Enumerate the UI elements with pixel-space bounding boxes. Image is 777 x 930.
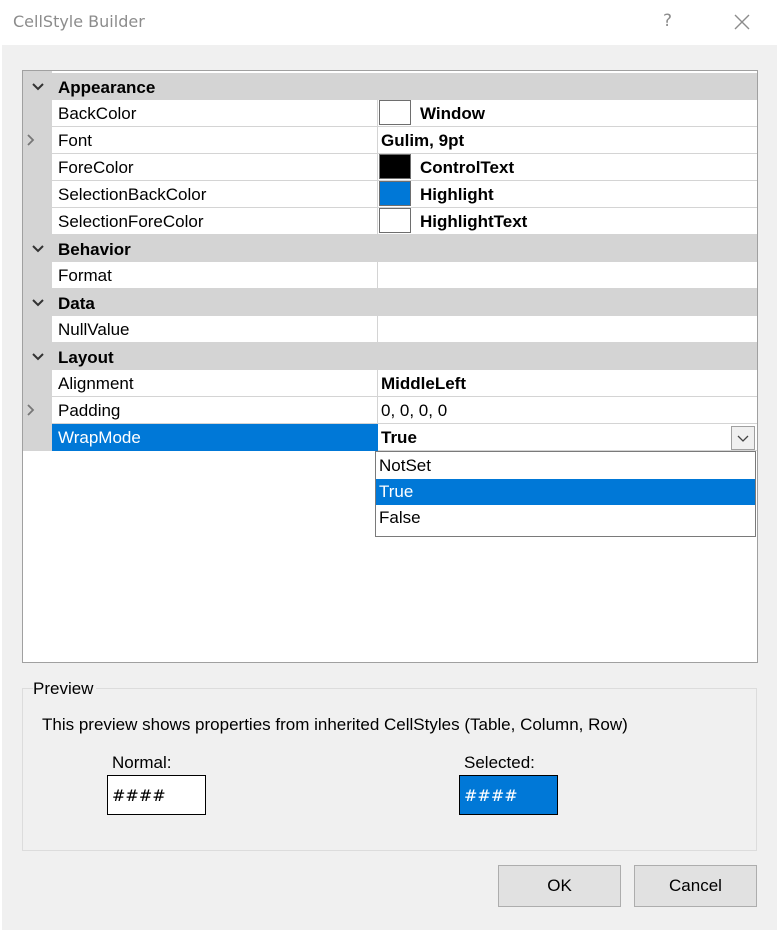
selected-preview-box: ####: [459, 775, 558, 815]
property-value: Gulim, 9pt: [381, 131, 465, 150]
property-name-cell[interactable]: Padding: [52, 397, 378, 424]
property-name-cell[interactable]: BackColor: [52, 100, 378, 127]
property-name-cell[interactable]: Format: [52, 262, 378, 289]
property-value-cell[interactable]: MiddleLeft: [378, 370, 757, 397]
property-row-selectionforecolor[interactable]: SelectionForeColor HighlightText: [52, 208, 757, 235]
chevron-down-icon: [737, 435, 749, 442]
property-row-font[interactable]: Font Gulim, 9pt: [27, 127, 757, 154]
preview-description: This preview shows properties from inher…: [42, 715, 628, 734]
property-name-cell[interactable]: SelectionForeColor: [52, 208, 378, 235]
chevron-right-icon[interactable]: [25, 134, 37, 146]
property-value-cell[interactable]: HighlightText: [378, 208, 757, 235]
normal-sample: ####: [112, 786, 166, 805]
property-row-padding[interactable]: Padding 0, 0, 0, 0: [27, 397, 757, 424]
category-label: Appearance: [58, 78, 156, 97]
property-value-cell[interactable]: Gulim, 9pt: [378, 127, 757, 154]
dropdown-option-false[interactable]: False: [376, 505, 755, 531]
property-value: Highlight: [420, 185, 494, 204]
title-bar: CellStyle Builder ?: [0, 0, 777, 45]
property-name: NullValue: [58, 320, 130, 339]
property-value-cell[interactable]: Highlight: [378, 181, 757, 208]
property-row-wrapmode[interactable]: WrapMode True: [52, 424, 757, 451]
color-swatch: [379, 208, 411, 233]
property-name-cell[interactable]: WrapMode: [52, 424, 378, 451]
property-value: 0, 0, 0, 0: [381, 401, 448, 420]
dropdown-option-notset[interactable]: NotSet: [376, 453, 755, 479]
property-name: ForeColor: [58, 158, 134, 177]
property-name: WrapMode: [58, 428, 141, 447]
window-edge: [0, 45, 2, 930]
property-value: ControlText: [420, 158, 515, 177]
selected-label: Selected:: [464, 753, 535, 772]
chevron-right-icon[interactable]: [25, 404, 37, 416]
property-row-format[interactable]: Format: [52, 262, 757, 289]
category-appearance[interactable]: Appearance: [23, 73, 757, 100]
property-value: MiddleLeft: [381, 374, 466, 393]
ok-button[interactable]: OK: [498, 865, 621, 907]
preview-legend: Preview: [33, 679, 97, 699]
selected-sample: ####: [464, 786, 518, 805]
property-name-cell[interactable]: Font: [52, 127, 378, 154]
color-swatch: [379, 154, 411, 179]
color-swatch: [379, 100, 411, 125]
property-value-editor[interactable]: True: [378, 424, 757, 451]
window-title: CellStyle Builder: [13, 12, 145, 31]
property-row-alignment[interactable]: Alignment MiddleLeft: [52, 370, 757, 397]
category-data[interactable]: Data: [23, 289, 757, 316]
property-name: Padding: [58, 401, 121, 420]
property-value: HighlightText: [420, 212, 528, 231]
property-value: True: [381, 428, 417, 447]
property-value-cell[interactable]: Window: [378, 100, 757, 127]
normal-label: Normal:: [112, 753, 172, 772]
category-label: Layout: [58, 348, 114, 367]
property-name: SelectionForeColor: [58, 212, 204, 231]
property-name-cell[interactable]: SelectionBackColor: [52, 181, 378, 208]
property-row-forecolor[interactable]: ForeColor ControlText: [52, 154, 757, 181]
category-label: Behavior: [58, 240, 131, 259]
chevron-down-icon[interactable]: [31, 350, 45, 364]
category-label: Data: [58, 294, 95, 313]
dropdown-button[interactable]: [731, 426, 755, 450]
chevron-down-icon[interactable]: [31, 296, 45, 310]
cancel-button[interactable]: Cancel: [634, 865, 757, 907]
property-name: Alignment: [58, 374, 134, 393]
chevron-down-icon[interactable]: [31, 242, 45, 256]
property-value-cell[interactable]: [378, 316, 757, 343]
property-value-cell[interactable]: ControlText: [378, 154, 757, 181]
property-row-backcolor[interactable]: BackColor Window: [52, 100, 757, 127]
property-value-cell[interactable]: [378, 262, 757, 289]
property-name: Format: [58, 266, 112, 285]
property-value: Window: [420, 104, 485, 123]
chevron-down-icon[interactable]: [31, 80, 45, 94]
category-behavior[interactable]: Behavior: [23, 235, 757, 262]
property-grid[interactable]: Appearance BackColor Window Font Gulim, …: [22, 70, 758, 663]
category-layout[interactable]: Layout: [23, 343, 757, 370]
property-name: BackColor: [58, 104, 137, 123]
property-name: SelectionBackColor: [58, 185, 207, 204]
property-name: Font: [58, 131, 93, 150]
property-name-cell[interactable]: ForeColor: [52, 154, 378, 181]
close-icon[interactable]: [728, 8, 756, 36]
property-value-cell[interactable]: 0, 0, 0, 0: [378, 397, 757, 424]
property-name-cell[interactable]: NullValue: [52, 316, 378, 343]
property-row-nullvalue[interactable]: NullValue: [52, 316, 757, 343]
normal-preview-box: ####: [107, 775, 206, 815]
help-button[interactable]: ?: [663, 11, 672, 31]
wrapmode-dropdown-list[interactable]: NotSet True False: [375, 451, 756, 537]
color-swatch: [379, 181, 411, 206]
dropdown-option-true[interactable]: True: [376, 479, 755, 505]
property-row-selectionbackcolor[interactable]: SelectionBackColor Highlight: [52, 181, 757, 208]
property-name-cell[interactable]: Alignment: [52, 370, 378, 397]
